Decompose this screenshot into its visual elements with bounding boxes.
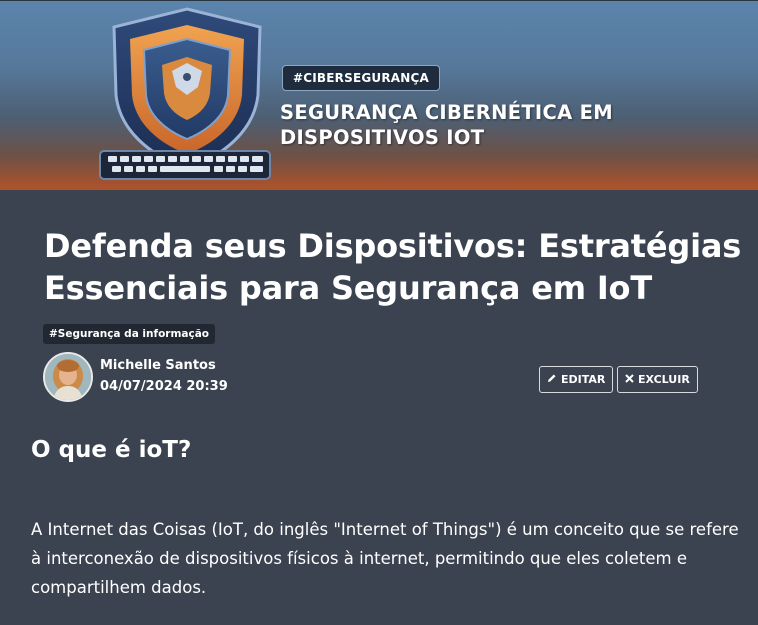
article-banner: #CIBERSEGURANÇA SEGURANÇA CIBERNÉTICA EM… [0, 0, 758, 190]
edit-button[interactable]: EDITAR [539, 366, 614, 393]
section-title: O que é ioT? [31, 437, 192, 463]
publish-date: 04/07/2024 20:39 [100, 379, 228, 394]
author-name[interactable]: Michelle Santos [100, 358, 216, 373]
delete-button[interactable]: EXCLUIR [617, 366, 698, 393]
edit-button-label: EDITAR [561, 373, 606, 386]
banner-tag: #CIBERSEGURANÇA [282, 65, 441, 91]
author-avatar[interactable] [43, 352, 93, 402]
article-title: Defenda seus Dispositivos: Estratégias E… [44, 227, 742, 307]
delete-button-label: EXCLUIR [638, 373, 690, 386]
close-icon [625, 367, 634, 392]
pencil-icon [547, 367, 557, 392]
shield-keyboard-icon [92, 3, 282, 185]
category-tag[interactable]: #Segurança da informação [43, 324, 216, 344]
article-paragraph: A Internet das Coisas (IoT, do inglês "I… [31, 520, 739, 597]
banner-title: SEGURANÇA CIBERNÉTICA EM DISPOSITIVOS IO… [280, 101, 613, 149]
